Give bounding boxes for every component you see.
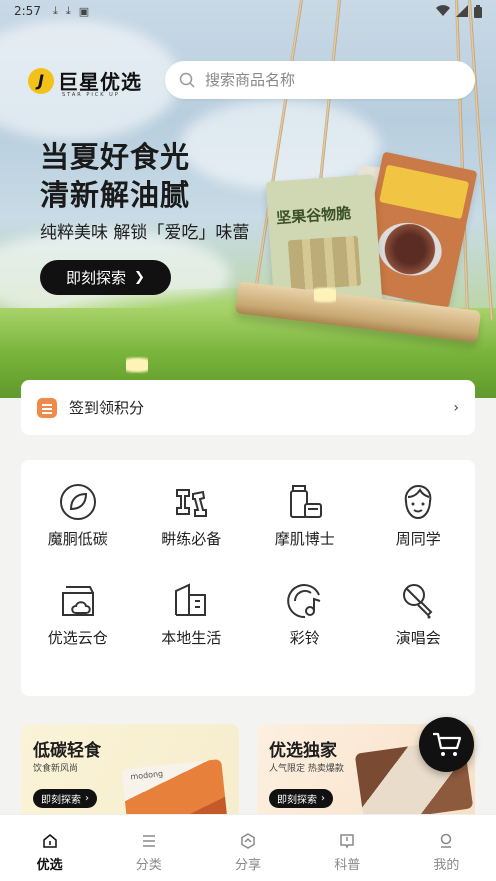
- category-item[interactable]: 彩铃: [248, 581, 362, 680]
- category-item[interactable]: 周同学: [362, 482, 476, 581]
- swing-rope: [468, 0, 494, 320]
- promo-explore-button[interactable]: 即刻探索 ›: [269, 789, 333, 808]
- signal-icon: [456, 5, 468, 17]
- download-icon: ⤓: [65, 4, 71, 17]
- nav-tab-category[interactable]: 分类: [99, 815, 198, 881]
- user-icon: [441, 833, 452, 848]
- dumbbell-icon: [176, 489, 208, 517]
- building-icon: [175, 583, 207, 616]
- share-icon: [241, 833, 255, 849]
- cart-button[interactable]: [419, 717, 474, 772]
- microphone-icon: [403, 584, 433, 619]
- photo-icon: ▣: [78, 4, 90, 18]
- category-item[interactable]: 优选云仓: [21, 581, 135, 680]
- category-item[interactable]: 摩肌博士: [248, 482, 362, 581]
- leaf-icon: [59, 484, 96, 520]
- butterfly-icon: [126, 356, 148, 374]
- list-icon: [142, 835, 155, 847]
- home-icon: [42, 834, 57, 848]
- hero-banner[interactable]: 坚果谷物脆 当夏好食光 清新解油腻 纯粹美味 解锁「爱吃」味蕾 即刻探索 ❯: [0, 0, 496, 398]
- status-bar: 2:57 ⤓ ⤓ ▣: [0, 0, 496, 22]
- product-label: 坚果谷物脆: [275, 204, 352, 228]
- search-icon: [179, 72, 195, 88]
- chevron-right-icon: ›: [85, 793, 89, 804]
- checkin-card[interactable]: 签到领积分 ›: [21, 380, 475, 435]
- category-item[interactable]: 演唱会: [362, 581, 476, 680]
- explore-button[interactable]: 即刻探索 ❯: [40, 260, 171, 295]
- product-image: modong: [121, 758, 229, 819]
- nav-tab-science[interactable]: 科普: [298, 815, 397, 881]
- bottom-nav: 优选 分类 分享 科普 我的: [0, 814, 496, 881]
- face-icon: [404, 484, 432, 520]
- book-icon: [340, 834, 354, 849]
- category-grid: 魔胴低碳 畊练必备 摩肌博士 周同学 优选云仓 本地生活 彩铃 演唱会: [21, 460, 475, 696]
- download-icon: ⤓: [52, 4, 58, 17]
- battery-icon: [474, 4, 482, 18]
- category-item[interactable]: 本地生活: [135, 581, 249, 680]
- promo-explore-button[interactable]: 即刻探索 ›: [33, 789, 97, 808]
- nav-tab-share[interactable]: 分享: [198, 815, 297, 881]
- logo-mark-icon: J: [28, 67, 54, 94]
- banner-subline: 纯粹美味 解锁「爱吃」味蕾: [40, 223, 250, 243]
- chevron-right-icon: ›: [453, 399, 459, 416]
- category-item[interactable]: 魔胴低碳: [21, 482, 135, 581]
- nav-tab-me[interactable]: 我的: [397, 815, 496, 881]
- swing-rope: [455, 0, 470, 320]
- chevron-right-icon: ❯: [134, 270, 145, 285]
- nav-tab-home[interactable]: 优选: [0, 815, 99, 881]
- music-note-icon: [286, 584, 321, 619]
- category-item[interactable]: 畊练必备: [135, 482, 249, 581]
- banner-headline: 当夏好食光 清新解油腻: [40, 140, 191, 212]
- skincare-icon: [289, 485, 322, 518]
- checkin-label: 签到领积分: [69, 399, 145, 417]
- search-bar[interactable]: [165, 61, 475, 99]
- butterfly-icon: [314, 286, 336, 304]
- cloud-box-icon: [61, 586, 94, 616]
- cart-icon: [432, 732, 461, 756]
- document-icon: [37, 397, 57, 418]
- status-time: 2:57: [14, 4, 41, 18]
- app-logo: J 巨星优选 STAR PICK UP: [28, 66, 142, 98]
- search-input[interactable]: [205, 71, 445, 89]
- wifi-icon: [436, 5, 450, 17]
- promo-card-lowcarb[interactable]: 低碳轻食 饮食新风尚 即刻探索 › modong: [21, 724, 239, 819]
- chevron-right-icon: ›: [321, 793, 325, 804]
